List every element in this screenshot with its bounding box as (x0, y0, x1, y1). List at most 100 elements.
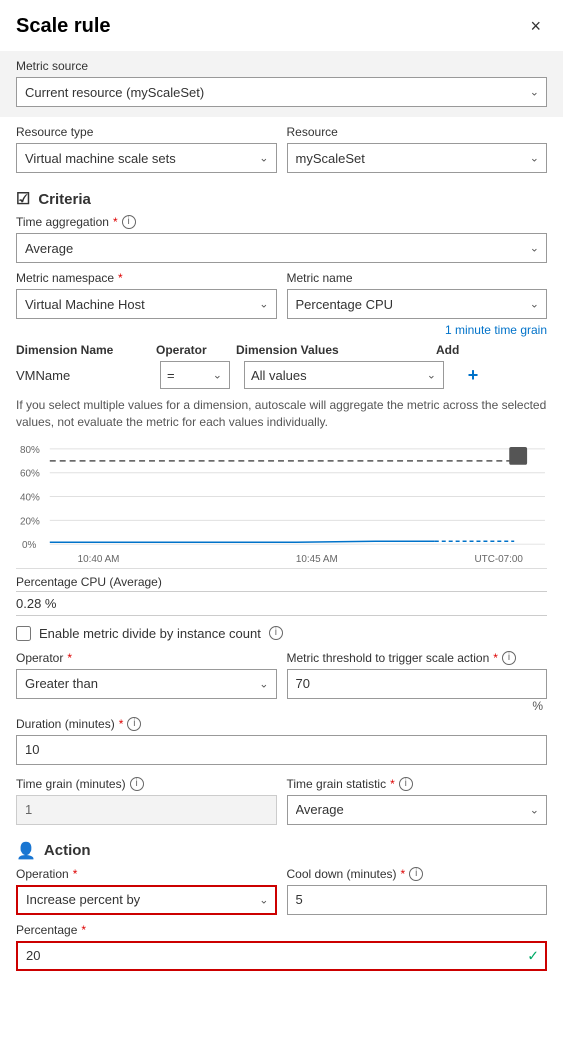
duration-section: Duration (minutes) * i (0, 713, 563, 773)
dim-operator-header: Operator (156, 343, 236, 357)
dim-values-header: Dimension Values (236, 343, 436, 357)
cool-down-input[interactable] (287, 885, 548, 915)
dim-name-header: Dimension Name (16, 343, 156, 357)
operation-select[interactable]: Increase percent by (16, 885, 277, 915)
operator-select[interactable]: Greater than (16, 669, 277, 699)
threshold-percent-suffix: % (0, 699, 563, 713)
time-grain-statistic-label: Time grain statistic * i (287, 777, 548, 791)
metric-chart: 80% 60% 40% 20% 0% 10:40 AM 10:45 AM UTC… (16, 439, 547, 569)
metric-name-field: Metric name Percentage CPU ⌄ (287, 271, 548, 319)
metric-source-wrapper: Current resource (myScaleSet) ⌄ (16, 77, 547, 107)
dim-values-wrapper: All values ⌄ (244, 361, 444, 389)
time-aggregation-required: * (113, 215, 118, 229)
time-grain-statistic-info-icon[interactable]: i (399, 777, 413, 791)
criteria-section-header: ☑ Criteria (0, 181, 563, 215)
metric-current-label: Percentage CPU (Average) (16, 575, 547, 589)
metric-threshold-label: Metric threshold to trigger scale action… (287, 651, 548, 665)
metric-namespace-label: Metric namespace * (16, 271, 277, 285)
time-grain-row: Time grain (minutes) i Time grain statis… (0, 773, 563, 833)
percentage-label: Percentage * (16, 923, 547, 937)
percentage-section: Percentage * ✓ (0, 923, 563, 979)
enable-metric-divide-info-icon[interactable]: i (269, 626, 283, 640)
time-grain-info-icon[interactable]: i (130, 777, 144, 791)
operation-wrapper: Increase percent by ⌄ (16, 885, 277, 915)
time-grain-statistic-select[interactable]: Average (287, 795, 548, 825)
dimension-info-text: If you select multiple values for a dime… (0, 389, 563, 439)
metric-threshold-input[interactable] (287, 669, 548, 699)
dim-operator-wrapper: = ⌄ (160, 361, 230, 389)
percentage-input-wrapper: ✓ (16, 941, 547, 971)
svg-text:10:40 AM: 10:40 AM (78, 554, 120, 565)
time-grain-field: Time grain (minutes) i (16, 777, 277, 825)
resource-wrapper: myScaleSet ⌄ (287, 143, 548, 173)
cool-down-info-icon[interactable]: i (409, 867, 423, 881)
add-dimension-button[interactable]: + (448, 365, 498, 386)
resource-field: Resource myScaleSet ⌄ (287, 125, 548, 173)
metric-threshold-field: Metric threshold to trigger scale action… (287, 651, 548, 699)
criteria-icon: ☑ (16, 189, 30, 209)
enable-metric-divide-checkbox[interactable] (16, 626, 31, 641)
time-grain-statistic-wrapper: Average ⌄ (287, 795, 548, 825)
metric-namespace-wrapper: Virtual Machine Host ⌄ (16, 289, 277, 319)
resource-type-field: Resource type Virtual machine scale sets… (16, 125, 277, 173)
svg-text:0%: 0% (22, 540, 37, 551)
svg-text:80%: 80% (20, 444, 40, 455)
metric-name-label: Metric name (287, 271, 548, 285)
scale-rule-panel: Scale rule × Metric source Current resou… (0, 0, 563, 979)
operation-label: Operation * (16, 867, 277, 881)
resource-row: Resource type Virtual machine scale sets… (0, 125, 563, 181)
metric-row: Metric namespace * Virtual Machine Host … (0, 271, 563, 319)
operator-field: Operator * Greater than ⌄ (16, 651, 277, 699)
time-aggregation-select[interactable]: Average (16, 233, 547, 263)
criteria-label: Criteria (38, 191, 91, 208)
svg-text:20%: 20% (20, 516, 40, 527)
svg-text:UTC-07:00: UTC-07:00 (475, 554, 524, 565)
resource-type-label: Resource type (16, 125, 277, 139)
duration-info-icon[interactable]: i (127, 717, 141, 731)
time-grain-statistic-field: Time grain statistic * i Average ⌄ (287, 777, 548, 825)
dimension-headers: Dimension Name Operator Dimension Values… (16, 339, 547, 361)
resource-label: Resource (287, 125, 548, 139)
action-section-header: 👤 Action (0, 833, 563, 867)
resource-type-wrapper: Virtual machine scale sets ⌄ (16, 143, 277, 173)
metric-current-value: 0.28 % (16, 594, 547, 613)
metric-name-wrapper: Percentage CPU ⌄ (287, 289, 548, 319)
operation-cooldown-row: Operation * Increase percent by ⌄ Cool d… (0, 867, 563, 923)
time-aggregation-info-icon[interactable]: i (122, 215, 136, 229)
metric-source-select[interactable]: Current resource (myScaleSet) (16, 77, 547, 107)
time-aggregation-wrapper: Average ⌄ (16, 233, 547, 263)
dimension-row: VMName = ⌄ All values ⌄ + (16, 361, 547, 389)
resource-type-select[interactable]: Virtual machine scale sets (16, 143, 277, 173)
action-icon: 👤 (16, 841, 36, 861)
operation-field: Operation * Increase percent by ⌄ (16, 867, 277, 915)
metric-name-select[interactable]: Percentage CPU (287, 289, 548, 319)
cool-down-field: Cool down (minutes) * i (287, 867, 548, 915)
metric-namespace-select[interactable]: Virtual Machine Host (16, 289, 277, 319)
dim-values-select[interactable]: All values (244, 361, 444, 389)
metric-source-label: Metric source (16, 59, 547, 73)
operator-wrapper: Greater than ⌄ (16, 669, 277, 699)
dim-add-header: Add (436, 343, 486, 357)
duration-label: Duration (minutes) * i (16, 717, 547, 731)
svg-text:60%: 60% (20, 468, 40, 479)
duration-input[interactable] (16, 735, 547, 765)
close-button[interactable]: × (524, 14, 547, 39)
dim-vmname: VMName (16, 368, 156, 383)
time-grain-label: Time grain (minutes) i (16, 777, 277, 791)
metric-source-section: Metric source Current resource (myScaleS… (0, 51, 563, 117)
metric-namespace-field: Metric namespace * Virtual Machine Host … (16, 271, 277, 319)
operator-label: Operator * (16, 651, 277, 665)
svg-text:10:45 AM: 10:45 AM (296, 554, 338, 565)
operator-threshold-row: Operator * Greater than ⌄ Metric thresho… (0, 647, 563, 699)
chart-svg: 80% 60% 40% 20% 0% 10:40 AM 10:45 AM UTC… (16, 439, 547, 568)
percentage-input[interactable] (16, 941, 547, 971)
time-grain-input (16, 795, 277, 825)
metric-threshold-info-icon[interactable]: i (502, 651, 516, 665)
dim-operator-select[interactable]: = (160, 361, 230, 389)
metric-current-section: Percentage CPU (Average) 0.28 % (0, 573, 563, 620)
resource-select[interactable]: myScaleSet (287, 143, 548, 173)
time-aggregation-section: Time aggregation * i Average ⌄ (0, 215, 563, 271)
svg-text:40%: 40% (20, 492, 40, 503)
panel-header: Scale rule × (0, 0, 563, 51)
enable-metric-divide-row: Enable metric divide by instance count i (0, 620, 563, 647)
